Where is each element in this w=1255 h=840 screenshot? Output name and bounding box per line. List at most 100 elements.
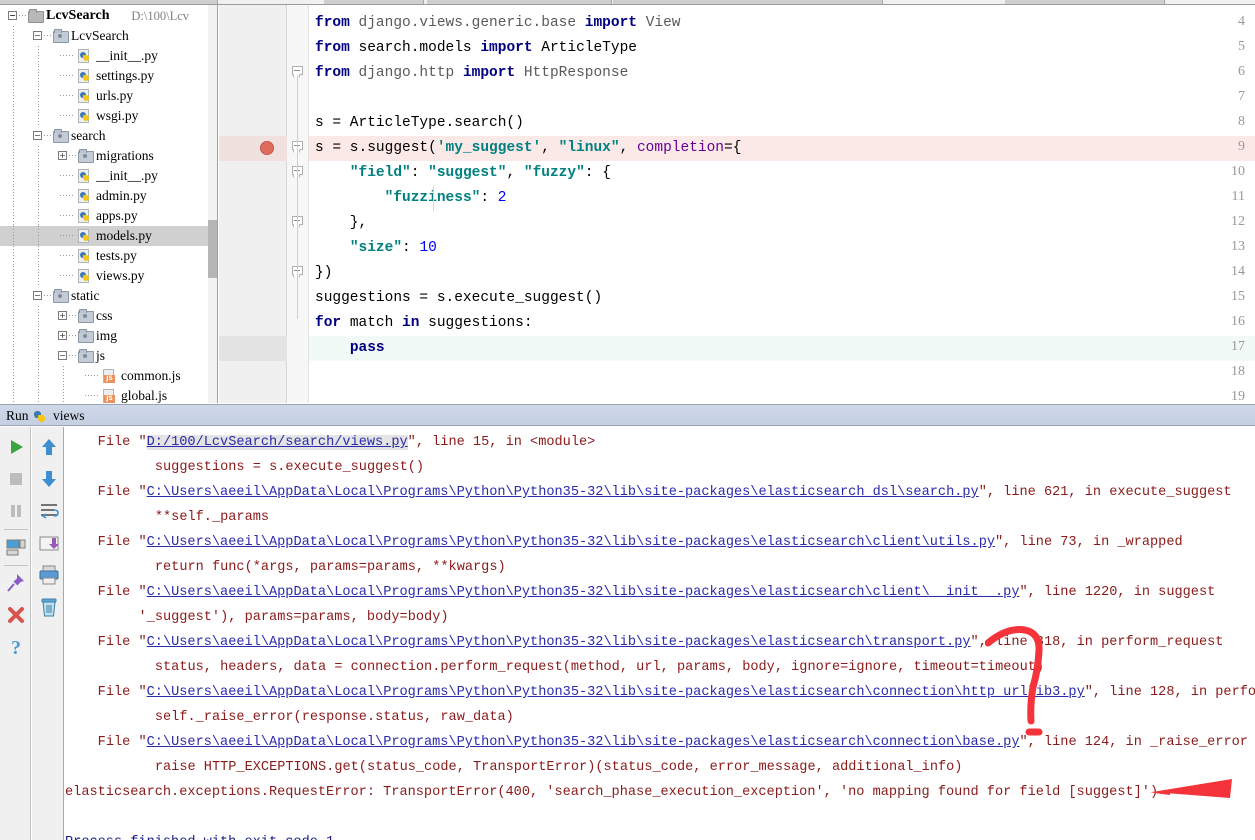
editor-tab[interactable]: [427, 0, 612, 4]
file-path-link[interactable]: C:\Users\aeeil\AppData\Local\Programs\Py…: [147, 735, 1020, 750]
tree-item-lcvsearch[interactable]: − LcvSearch: [0, 26, 217, 46]
editor-code-area[interactable]: from django.views.generic.base import Vi…: [309, 5, 1255, 403]
tree-item-tests-py[interactable]: tests.py: [0, 246, 217, 266]
editor-tab[interactable]: [1005, 0, 1165, 4]
code-line[interactable]: "fuzziness": 2: [315, 186, 507, 211]
tree-item-global-js[interactable]: JS global.js: [0, 386, 217, 403]
down-stack-trace-button[interactable]: [37, 467, 61, 491]
console-line[interactable]: self._raise_error(response.status, raw_d…: [155, 710, 514, 725]
tree-item-lcvsearch[interactable]: − LcvSearch D:\100\Lcv: [0, 6, 217, 26]
close-button[interactable]: [4, 603, 28, 627]
line-number: 5: [1238, 39, 1245, 54]
console-line[interactable]: Process finished with exit code 1: [65, 835, 334, 840]
console-line[interactable]: File "C:\Users\aeeil\AppData\Local\Progr…: [98, 535, 1183, 550]
file-path-link[interactable]: C:\Users\aeeil\AppData\Local\Programs\Py…: [147, 685, 1085, 700]
tree-item-static[interactable]: − static: [0, 286, 217, 306]
console-line[interactable]: File "C:\Users\aeeil\AppData\Local\Progr…: [98, 485, 1232, 500]
code-line[interactable]: from search.models import ArticleType: [315, 36, 637, 61]
console-line[interactable]: File "C:\Users\aeeil\AppData\Local\Progr…: [98, 585, 1216, 600]
file-path-link[interactable]: D:/100/LcvSearch/search/views.py: [146, 435, 408, 450]
tree-collapse-icon[interactable]: −: [33, 131, 42, 140]
restore-layout-button[interactable]: [4, 535, 28, 559]
console-line[interactable]: File "C:\Users\aeeil\AppData\Local\Progr…: [98, 635, 1224, 650]
tree-item-admin-py[interactable]: admin.py: [0, 186, 217, 206]
tree-item-img[interactable]: + img: [0, 326, 217, 346]
tree-item-views-py[interactable]: views.py: [0, 266, 217, 286]
tree-item-migrations[interactable]: + migrations: [0, 146, 217, 166]
tree-item-settings-py[interactable]: settings.py: [0, 66, 217, 86]
stop-button[interactable]: [4, 467, 28, 491]
run-configuration-name[interactable]: views: [53, 408, 85, 424]
console-line[interactable]: **self._params: [155, 510, 269, 525]
help-button[interactable]: ?: [4, 635, 28, 659]
console-line[interactable]: return func(*args, params=params, **kwar…: [155, 560, 506, 575]
tree-expand-icon[interactable]: +: [58, 311, 67, 320]
tree-item-js[interactable]: − js: [0, 346, 217, 366]
console-line[interactable]: elasticsearch.exceptions.RequestError: T…: [65, 785, 1158, 800]
scrollbar-thumb[interactable]: [208, 220, 217, 278]
code-token: pass: [349, 340, 385, 356]
project-tool-window[interactable]: − LcvSearch D:\100\Lcv − LcvSearch __init__.p…: [0, 5, 218, 403]
tree-guide-line: [38, 66, 39, 86]
tree-expand-icon[interactable]: +: [58, 151, 67, 160]
code-line[interactable]: pass: [315, 336, 385, 361]
tree-expand-icon[interactable]: +: [58, 331, 67, 340]
code-line[interactable]: "size": 10: [315, 236, 437, 261]
tree-collapse-icon[interactable]: −: [33, 31, 42, 40]
tree-item--init-py[interactable]: __init__.py: [0, 46, 217, 66]
console-line[interactable]: File "C:\Users\aeeil\AppData\Local\Progr…: [98, 685, 1255, 700]
tree-collapse-icon[interactable]: −: [8, 11, 17, 20]
tree-item--init-py[interactable]: __init__.py: [0, 166, 217, 186]
editor-tab[interactable]: [0, 0, 218, 4]
console-line[interactable]: '_suggest'), params=params, body=body): [139, 610, 449, 625]
file-path-link[interactable]: C:\Users\aeeil\AppData\Local\Programs\Py…: [147, 635, 971, 650]
editor-tab[interactable]: [324, 0, 424, 4]
tree-item-models-py[interactable]: models.py: [0, 226, 217, 246]
console-line[interactable]: raise HTTP_EXCEPTIONS.get(status_code, T…: [155, 760, 963, 775]
project-tree-scrollbar[interactable]: [208, 5, 217, 403]
export-to-file-button[interactable]: [37, 531, 61, 555]
code-line[interactable]: for match in suggestions:: [315, 311, 533, 336]
run-toolbar-left[interactable]: ?: [0, 427, 31, 840]
folder-package-icon: [53, 129, 69, 143]
file-path-link[interactable]: C:\Users\aeeil\AppData\Local\Programs\Py…: [147, 535, 995, 550]
print-button[interactable]: [37, 563, 61, 587]
code-line[interactable]: },: [315, 211, 367, 236]
code-line[interactable]: }): [315, 261, 332, 286]
tree-item-urls-py[interactable]: urls.py: [0, 86, 217, 106]
tree-collapse-icon[interactable]: −: [33, 291, 42, 300]
clear-all-button[interactable]: [37, 595, 61, 619]
tree-item-common-js[interactable]: JS common.js: [0, 366, 217, 386]
pause-button[interactable]: [4, 499, 28, 523]
tree-item-css[interactable]: + css: [0, 306, 217, 326]
code-line[interactable]: s = ArticleType.search(): [315, 111, 524, 136]
run-console-output[interactable]: File "D:/100/LcvSearch/search/views.py",…: [65, 427, 1255, 840]
rerun-button[interactable]: [4, 435, 28, 459]
console-line[interactable]: File "C:\Users\aeeil\AppData\Local\Progr…: [98, 735, 1248, 750]
code-line[interactable]: from django.http import HttpResponse: [315, 61, 628, 86]
editor-fold-column[interactable]: [287, 5, 309, 403]
file-path-link[interactable]: C:\Users\aeeil\AppData\Local\Programs\Py…: [147, 485, 979, 500]
tree-item-apps-py[interactable]: apps.py: [0, 206, 217, 226]
console-line[interactable]: status, headers, data = connection.perfo…: [155, 660, 1044, 675]
caret-gutter-highlight: [219, 336, 287, 361]
console-line[interactable]: suggestions = s.execute_suggest(): [155, 460, 424, 475]
up-stack-trace-button[interactable]: [37, 435, 61, 459]
run-tool-window-header[interactable]: Run views: [0, 404, 1255, 426]
code-line[interactable]: s = s.suggest('my_suggest', "linux", com…: [315, 136, 741, 161]
code-line[interactable]: suggestions = s.execute_suggest(): [315, 286, 602, 311]
tree-collapse-icon[interactable]: −: [58, 351, 67, 360]
breakpoint-marker[interactable]: [260, 141, 274, 155]
code-line[interactable]: from django.views.generic.base import Vi…: [315, 11, 681, 36]
editor-tab[interactable]: [613, 0, 883, 4]
tree-item-wsgi-py[interactable]: wsgi.py: [0, 106, 217, 126]
pin-tab-button[interactable]: [4, 571, 28, 595]
console-line[interactable]: File "D:/100/LcvSearch/search/views.py",…: [98, 435, 595, 450]
soft-wrap-button[interactable]: [37, 499, 61, 523]
run-toolbar-right[interactable]: [32, 427, 64, 840]
code-line[interactable]: "field": "suggest", "fuzzy": {: [315, 161, 611, 186]
console-text: raise HTTP_EXCEPTIONS.get(status_code, T…: [154, 760, 963, 775]
tree-item-search[interactable]: − search: [0, 126, 217, 146]
file-path-link[interactable]: C:\Users\aeeil\AppData\Local\Programs\Py…: [147, 585, 1020, 600]
code-editor[interactable]: from django.views.generic.base import Vi…: [219, 5, 1255, 404]
